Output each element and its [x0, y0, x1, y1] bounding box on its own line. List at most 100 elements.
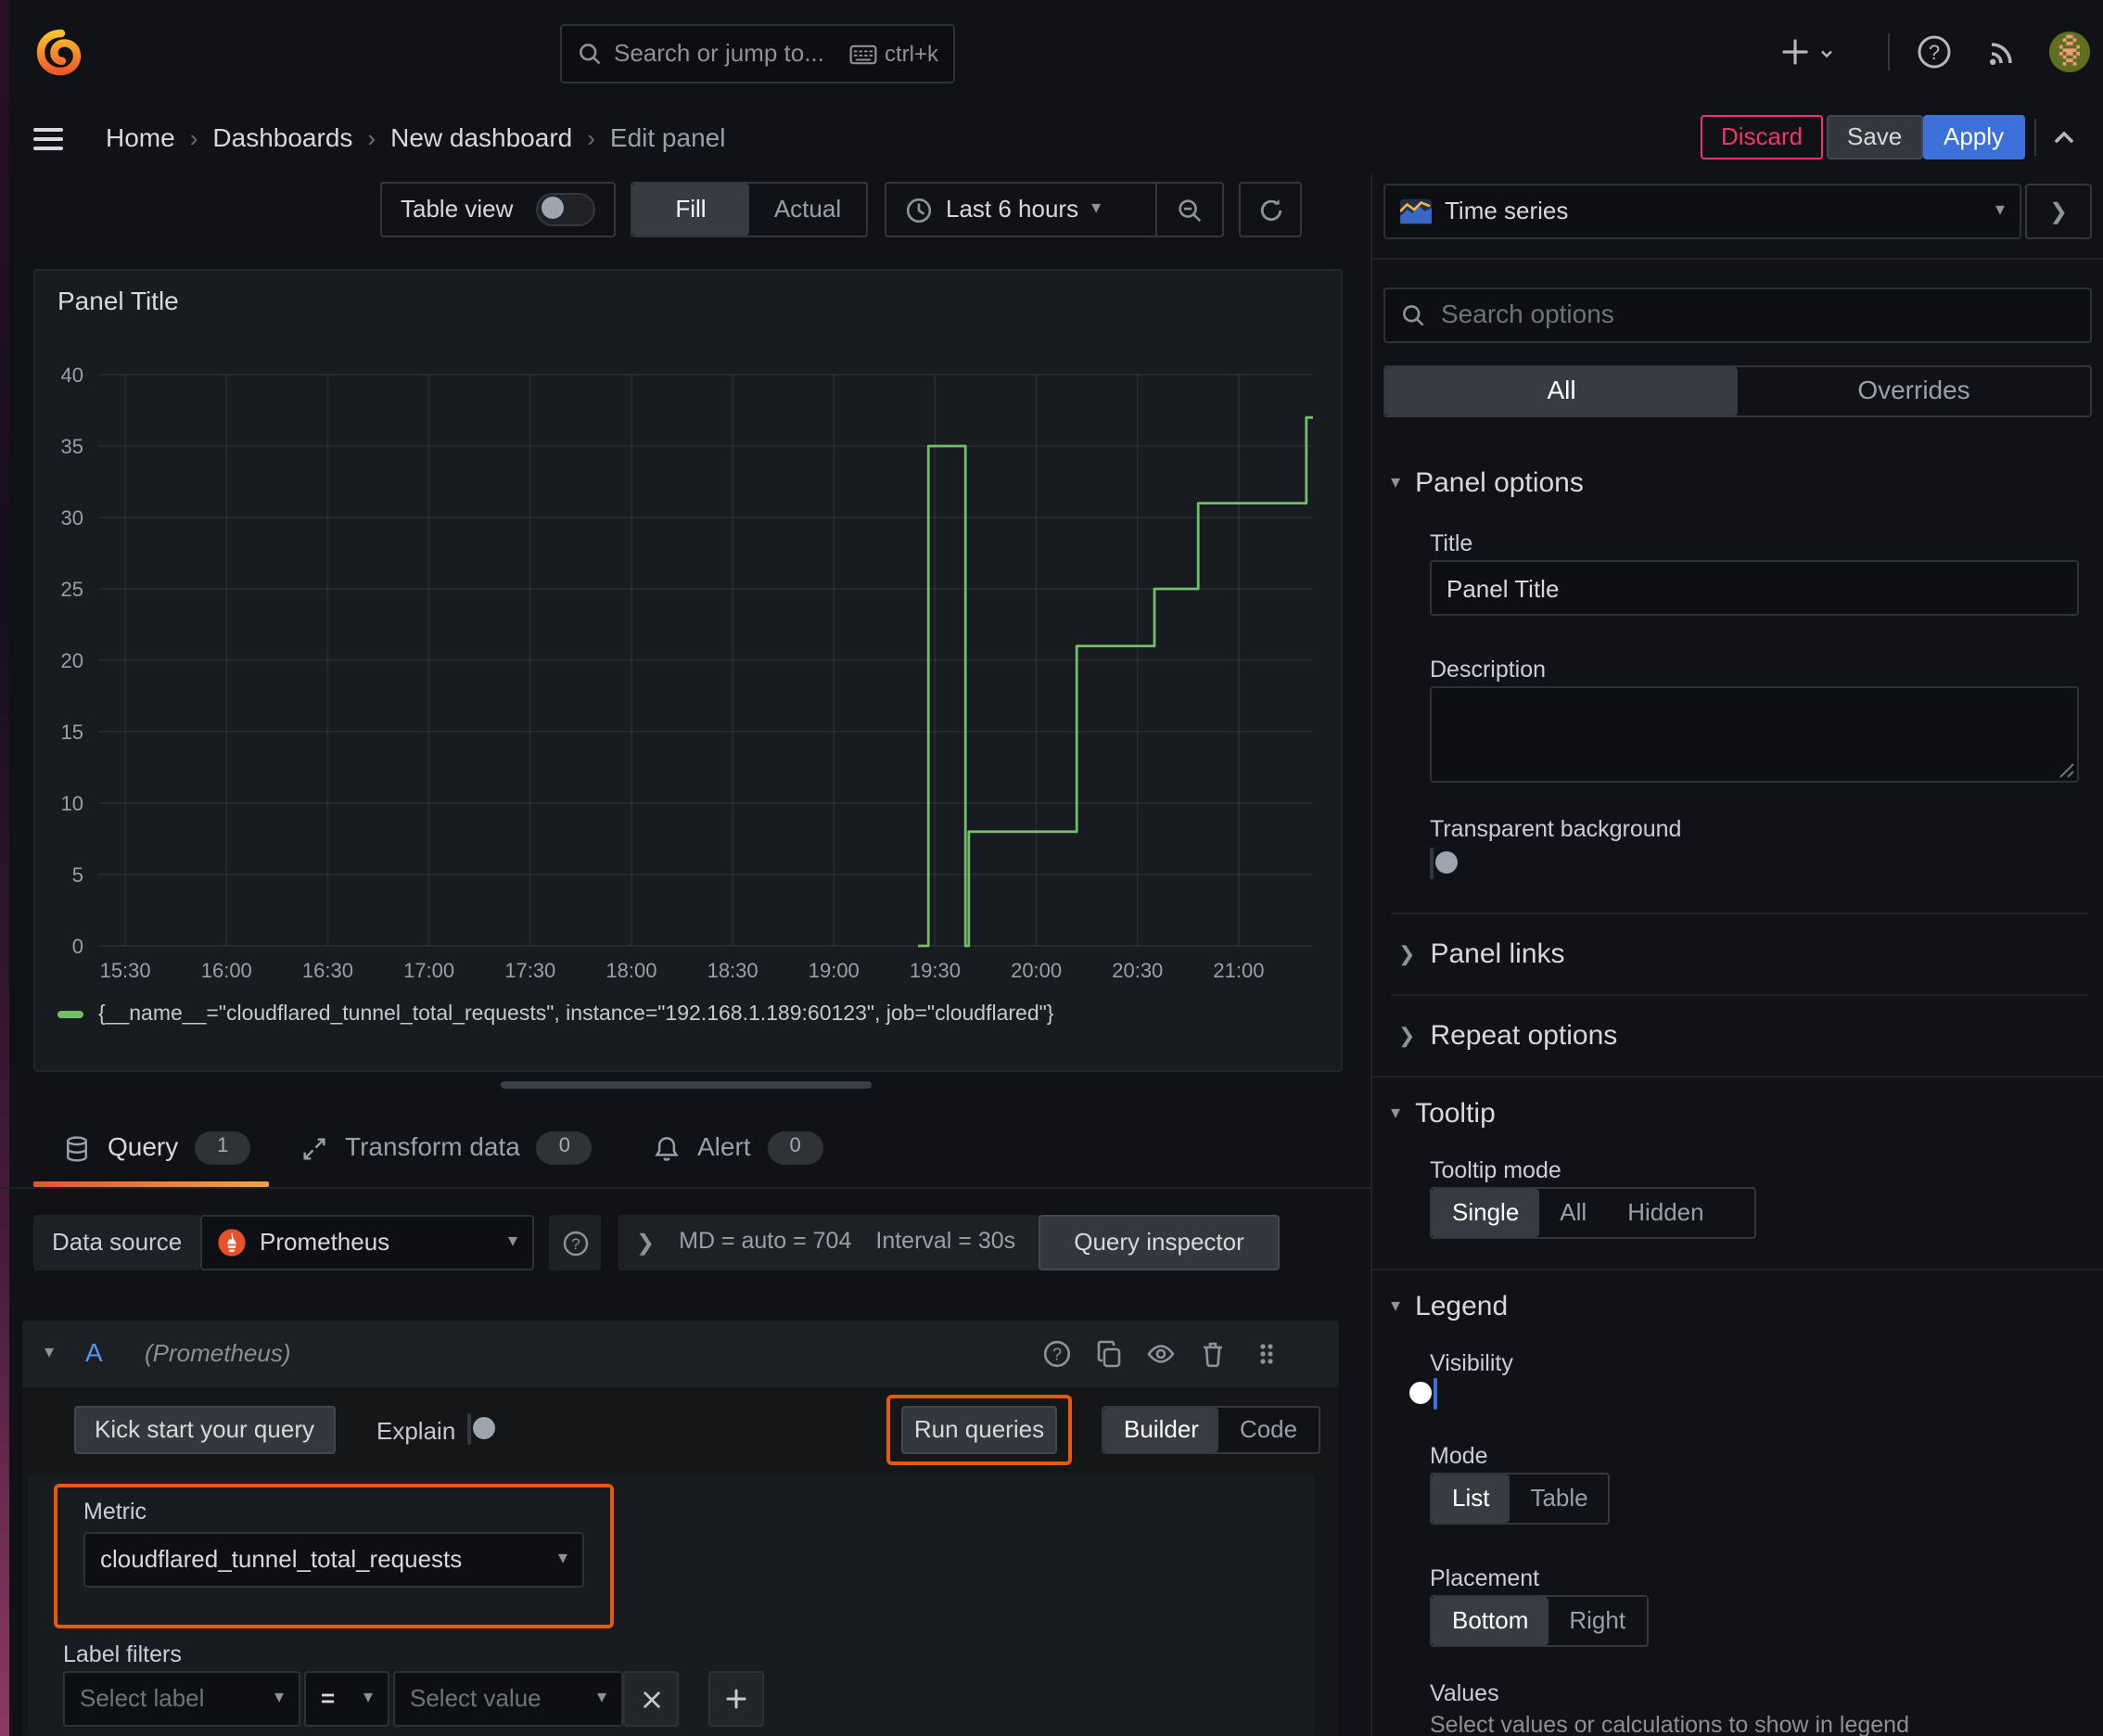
chevron-right-icon: ❯	[1398, 1025, 1416, 1047]
tab-query[interactable]: Query 1	[63, 1131, 251, 1165]
explain-toggle[interactable]	[467, 1413, 495, 1445]
transparent-background-toggle[interactable]	[1430, 848, 1458, 879]
chevron-down-icon: ▾	[1391, 1104, 1401, 1125]
legend-series-name[interactable]: {__name__="cloudflared_tunnel_total_requ…	[98, 1002, 1053, 1028]
breadcrumb-new-dashboard[interactable]: New dashboard	[390, 123, 572, 156]
menu-toggle[interactable]	[33, 128, 63, 150]
chevron-right-icon[interactable]: ❯	[636, 1229, 655, 1257]
apply-button[interactable]: Apply	[1923, 115, 2025, 160]
legend-table-option[interactable]: Table	[1510, 1474, 1608, 1523]
zoom-out-time-button[interactable]	[1157, 196, 1222, 223]
legend-header[interactable]: ▾ Legend	[1391, 1291, 1508, 1326]
transparent-background-label: Transparent background	[1430, 816, 1682, 842]
placement-bottom-option[interactable]: Bottom	[1432, 1597, 1549, 1645]
svg-text:19:30: 19:30	[910, 959, 961, 982]
svg-text:35: 35	[61, 435, 83, 458]
query-help-icon[interactable]: ?	[1042, 1339, 1072, 1369]
datasource-help-button[interactable]: ?	[549, 1215, 601, 1270]
panel-title-input[interactable]	[1430, 560, 2079, 616]
grafana-logo-icon[interactable]	[35, 26, 87, 78]
breadcrumb-home[interactable]: Home	[106, 123, 175, 156]
horizontal-scrollbar-handle[interactable]	[501, 1081, 872, 1089]
chevron-down-icon: ▾	[1995, 199, 2005, 221]
table-view-toggle[interactable]	[536, 193, 595, 226]
svg-text:5: 5	[72, 863, 83, 887]
tooltip-header[interactable]: ▾ Tooltip	[1391, 1098, 1496, 1133]
code-option[interactable]: Code	[1219, 1408, 1318, 1452]
collapse-query-icon[interactable]: ▾	[45, 1343, 54, 1366]
delete-query-icon[interactable]	[1198, 1339, 1228, 1369]
metric-select[interactable]: cloudflared_tunnel_total_requests ▾	[83, 1532, 584, 1588]
all-overrides-segment: All Overrides	[1383, 365, 2092, 417]
discard-button[interactable]: Discard	[1701, 115, 1824, 160]
tab-overrides[interactable]: Overrides	[1738, 367, 2090, 415]
close-icon	[641, 1689, 661, 1709]
select-label-dropdown[interactable]: Select label ▾	[63, 1671, 300, 1727]
fill-option[interactable]: Fill	[632, 184, 749, 236]
user-avatar[interactable]	[2049, 32, 2090, 72]
panel-card: Panel Title 0 5 10 15 20 25 30 35 40 15:30 16:00 16…	[33, 269, 1343, 1072]
tab-all[interactable]: All	[1385, 367, 1738, 415]
tab-transform-label: Transform data	[345, 1131, 520, 1162]
description-textarea[interactable]	[1430, 686, 2079, 783]
query-stats-chip: ❯ MD = auto = 704 Interval = 30s	[618, 1215, 1042, 1270]
tooltip-single-option[interactable]: Single	[1432, 1189, 1540, 1237]
actual-option[interactable]: Actual	[749, 184, 866, 236]
repeat-options-header[interactable]: ❯ Repeat options	[1398, 1020, 1617, 1055]
breadcrumb-dashboards[interactable]: Dashboards	[212, 123, 352, 156]
sidebar-divider	[1372, 258, 2103, 260]
remove-filter-button[interactable]	[623, 1671, 679, 1727]
toggle-viz-picker-button[interactable]: ❯	[2025, 184, 2092, 239]
sidebar-divider	[1391, 913, 2088, 914]
svg-text:19:00: 19:00	[809, 959, 860, 982]
alert-count-badge: 0	[767, 1131, 823, 1165]
query-inspector-button[interactable]: Query inspector	[1039, 1215, 1280, 1270]
chevron-down-icon: ▾	[1091, 198, 1102, 219]
tooltip-mode-segment: Single All Hidden	[1430, 1187, 1756, 1239]
select-value-dropdown[interactable]: Select value ▾	[393, 1671, 623, 1727]
svg-text:?: ?	[1929, 41, 1940, 64]
collapse-options-icon[interactable]	[2051, 124, 2077, 150]
placement-right-option[interactable]: Right	[1549, 1597, 1646, 1645]
tab-alert[interactable]: Alert 0	[653, 1131, 823, 1165]
help-icon[interactable]: ?	[1916, 33, 1953, 70]
datasource-picker[interactable]: Prometheus ▾	[200, 1215, 534, 1270]
description-label: Description	[1430, 657, 1547, 683]
tooltip-hidden-option[interactable]: Hidden	[1607, 1189, 1724, 1237]
kick-start-query-button[interactable]: Kick start your query	[74, 1406, 335, 1454]
tab-transform[interactable]: Transform data 0	[300, 1131, 593, 1165]
svg-text:18:00: 18:00	[605, 959, 656, 982]
panel-options-header[interactable]: ▾ Panel options	[1391, 467, 1584, 503]
add-filter-button[interactable]	[708, 1671, 764, 1727]
query-ref-id[interactable]: A	[85, 1337, 103, 1370]
builder-option[interactable]: Builder	[1103, 1408, 1219, 1452]
sidebar-divider	[1391, 994, 2088, 996]
section-divider	[1372, 1269, 2103, 1270]
refresh-button[interactable]	[1239, 182, 1302, 237]
operator-dropdown[interactable]: = ▾	[304, 1671, 389, 1727]
time-series-chart[interactable]: 0 5 10 15 20 25 30 35 40 15:30 16:00 16:30 17:00 17:3…	[35, 271, 1341, 1070]
legend-list-option[interactable]: List	[1432, 1474, 1510, 1523]
news-rss-icon[interactable]	[1984, 33, 2021, 70]
run-queries-button[interactable]: Run queries	[901, 1406, 1057, 1454]
global-search-input[interactable]: Search or jump to... ctrl+k	[560, 24, 955, 83]
chevron-down-icon: ▾	[596, 1687, 606, 1708]
panel-links-header[interactable]: ❯ Panel links	[1398, 938, 1565, 974]
visualization-picker[interactable]: Time series ▾	[1383, 184, 2021, 239]
duplicate-query-icon[interactable]	[1094, 1339, 1124, 1369]
search-placeholder: Search or jump to...	[614, 38, 824, 67]
add-new-button[interactable]	[1777, 33, 1836, 70]
toggle-visibility-icon[interactable]	[1146, 1339, 1176, 1369]
breadcrumb: Home › Dashboards › New dashboard › Edit…	[106, 104, 725, 174]
transform-icon	[300, 1134, 328, 1162]
search-options-field[interactable]: Search options	[1383, 287, 2092, 343]
tooltip-all-option[interactable]: All	[1539, 1189, 1607, 1237]
time-range-picker[interactable]: Last 6 hours ▾	[886, 195, 1155, 225]
time-series-viz-icon	[1400, 198, 1432, 224]
legend-swatch[interactable]	[57, 1011, 83, 1019]
legend-visibility-toggle[interactable]	[1409, 1378, 1437, 1410]
save-button[interactable]: Save	[1827, 115, 1923, 160]
chevron-down-icon: ▾	[1391, 473, 1401, 494]
drag-handle-icon[interactable]	[1254, 1339, 1280, 1369]
query-row-header[interactable]: ▾ A (Prometheus) ?	[22, 1321, 1339, 1387]
